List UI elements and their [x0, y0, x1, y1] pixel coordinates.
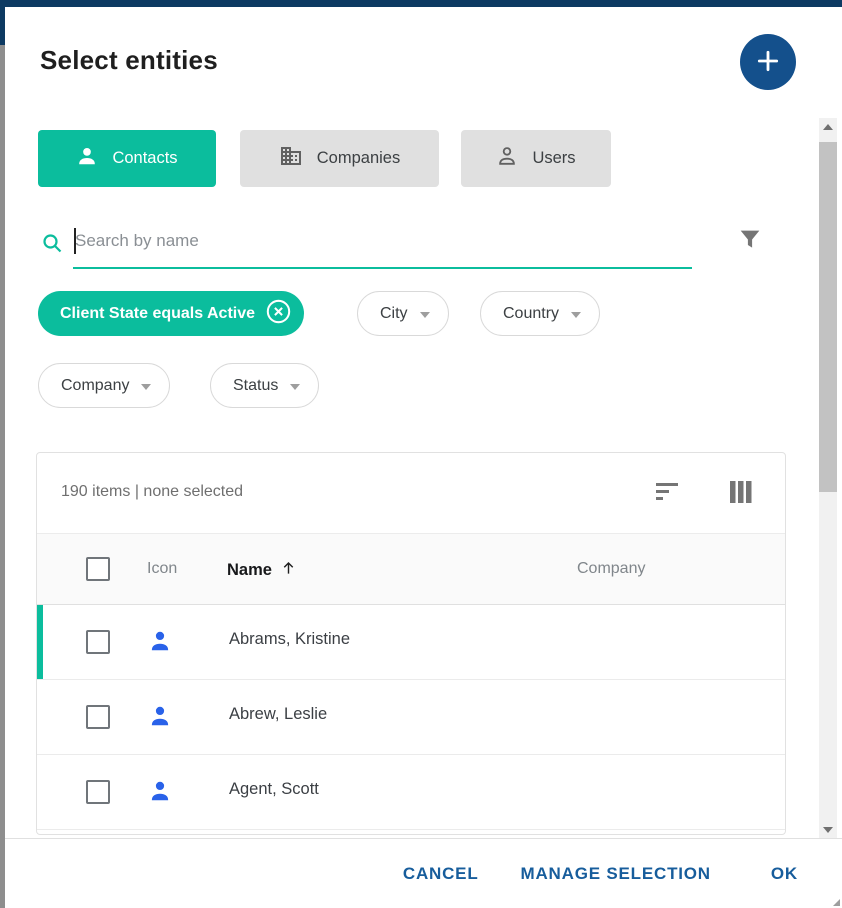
- add-entity-button[interactable]: [740, 34, 796, 90]
- results-panel: 190 items | none selected Icon Name Com: [36, 452, 786, 835]
- table-row[interactable]: Abrams, Kristine: [37, 605, 785, 680]
- table-header-row: Icon Name Company: [37, 534, 785, 605]
- chevron-down-icon: [141, 384, 151, 390]
- app-header-backdrop: [0, 0, 842, 7]
- tab-companies-label: Companies: [317, 149, 400, 168]
- filter-dropdown-label: Company: [61, 377, 129, 395]
- sort-icon[interactable]: [655, 481, 681, 508]
- contact-person-icon: [147, 703, 173, 734]
- tab-companies[interactable]: Companies: [240, 130, 439, 187]
- contact-person-icon: [147, 628, 173, 659]
- ok-button[interactable]: OK: [767, 856, 802, 892]
- columns-icon[interactable]: [729, 479, 753, 510]
- filter-chip-client-state[interactable]: Client State equals Active: [38, 291, 304, 336]
- row-highlight-indicator: [37, 605, 43, 679]
- chevron-down-icon: [420, 312, 430, 318]
- tab-contacts-label: Contacts: [112, 149, 177, 168]
- remove-filter-icon[interactable]: [265, 298, 292, 330]
- person-filled-icon: [76, 145, 98, 172]
- tab-users-label: Users: [532, 149, 575, 168]
- filter-dropdown-label: Country: [503, 305, 559, 323]
- filter-dropdown-company[interactable]: Company: [38, 363, 170, 408]
- dialog-title: Select entities: [40, 45, 218, 76]
- scroll-up-button[interactable]: [819, 118, 837, 135]
- person-outline-icon: [496, 145, 518, 172]
- row-name: Agent, Scott: [229, 780, 319, 799]
- row-name: Abrams, Kristine: [229, 630, 350, 649]
- row-checkbox[interactable]: [86, 705, 110, 729]
- plus-icon: [755, 48, 781, 77]
- dialog-footer: CANCEL MANAGE SELECTION OK: [5, 838, 842, 908]
- table-row[interactable]: Agent, Scott: [37, 755, 785, 830]
- column-header-company: Company: [577, 560, 645, 578]
- scroll-down-button[interactable]: [819, 821, 837, 838]
- search-icon: [40, 231, 64, 260]
- select-entities-dialog: Select entities Contacts Companies Users: [5, 7, 842, 908]
- building-icon: [279, 144, 303, 173]
- resize-grip[interactable]: [833, 899, 840, 906]
- filter-dropdown-label: Status: [233, 377, 278, 395]
- scrollbar-thumb[interactable]: [819, 142, 837, 492]
- row-checkbox[interactable]: [86, 780, 110, 804]
- scroll-up-icon: [823, 124, 833, 130]
- table-row[interactable]: Abrew, Leslie: [37, 680, 785, 755]
- text-cursor: [74, 228, 76, 254]
- filter-dropdown-country[interactable]: Country: [480, 291, 600, 336]
- tab-users[interactable]: Users: [461, 130, 611, 187]
- scroll-down-icon: [823, 827, 833, 833]
- row-name: Abrew, Leslie: [229, 705, 327, 724]
- filter-dropdown-status[interactable]: Status: [210, 363, 319, 408]
- screen: Select entities Contacts Companies Users: [0, 0, 842, 908]
- filter-dropdown-label: City: [380, 305, 408, 323]
- chevron-down-icon: [571, 312, 581, 318]
- chevron-down-icon: [290, 384, 300, 390]
- sort-ascending-icon: [280, 559, 297, 582]
- items-summary: 190 items | none selected: [61, 483, 243, 501]
- filter-chip-label: Client State equals Active: [60, 305, 255, 323]
- column-header-name[interactable]: Name: [227, 559, 297, 582]
- tab-contacts[interactable]: Contacts: [38, 130, 216, 187]
- contact-person-icon: [147, 778, 173, 809]
- cancel-button[interactable]: CANCEL: [399, 856, 483, 892]
- manage-selection-button[interactable]: MANAGE SELECTION: [517, 856, 715, 892]
- search-input[interactable]: [73, 221, 692, 269]
- select-all-checkbox[interactable]: [86, 557, 110, 581]
- filter-funnel-icon[interactable]: [736, 226, 764, 259]
- column-header-icon: Icon: [147, 560, 177, 578]
- items-bar: 190 items | none selected: [37, 453, 785, 534]
- filter-dropdown-city[interactable]: City: [357, 291, 449, 336]
- row-checkbox[interactable]: [86, 630, 110, 654]
- dialog-scrollbar[interactable]: [819, 118, 837, 838]
